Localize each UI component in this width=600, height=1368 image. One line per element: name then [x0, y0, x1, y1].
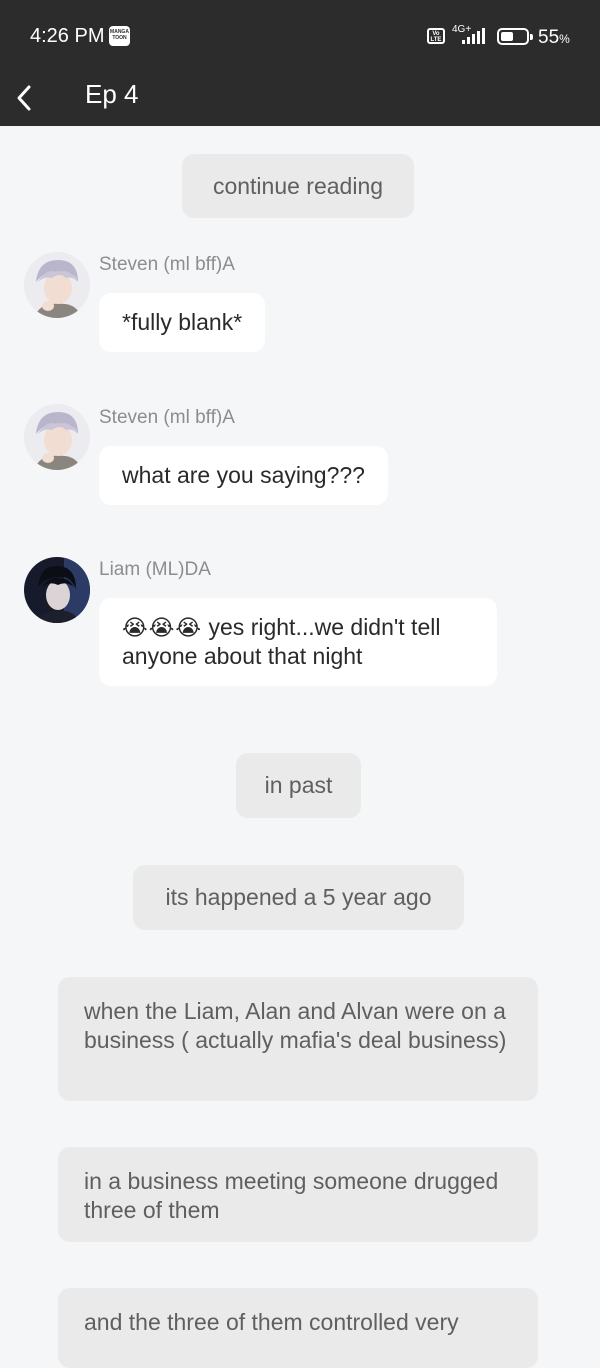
- sender-name: Liam (ML)DA: [99, 559, 211, 580]
- signal-icon: [462, 28, 485, 44]
- steven-avatar[interactable]: [24, 404, 90, 470]
- narration-continue-reading[interactable]: continue reading: [182, 154, 414, 218]
- chevron-left-icon: [17, 85, 31, 111]
- message-bubble[interactable]: what are you saying???: [99, 446, 388, 505]
- narration[interactable]: and the three of them controlled very: [58, 1288, 538, 1368]
- liam-avatar[interactable]: [24, 557, 90, 623]
- message-bubble[interactable]: *fully blank*: [99, 293, 266, 352]
- message-bubble[interactable]: 😭😭😭 yes right...we didn't tell anyone ab…: [99, 598, 497, 686]
- battery-percent: 55%: [538, 27, 570, 48]
- sender-name: Steven (ml bff)A: [99, 254, 235, 275]
- narration[interactable]: in a business meeting someone drugged th…: [58, 1147, 538, 1242]
- volte-icon: Vo LTE: [427, 28, 445, 44]
- episode-title: Ep 4: [85, 79, 139, 109]
- narration[interactable]: in past: [236, 753, 361, 818]
- back-button[interactable]: [10, 78, 42, 118]
- narration[interactable]: when the Liam, Alan and Alvan were on a …: [58, 977, 538, 1101]
- manga-toon-icon: MANGA TOON: [109, 26, 130, 46]
- crying-emoji: 😭😭😭: [122, 615, 203, 640]
- narration[interactable]: its happened a 5 year ago: [133, 865, 464, 930]
- steven-avatar[interactable]: [24, 252, 90, 318]
- battery-icon: [497, 28, 533, 45]
- app-bar: Ep 4: [0, 70, 600, 126]
- chat-thread[interactable]: continue reading Steven (ml bff)A *fully…: [0, 126, 600, 1368]
- status-time: 4:26 PM: [30, 25, 105, 47]
- status-bar: 4:26 PM MANGA TOON Vo LTE 4G+ 55%: [0, 0, 600, 70]
- sender-name: Steven (ml bff)A: [99, 407, 235, 428]
